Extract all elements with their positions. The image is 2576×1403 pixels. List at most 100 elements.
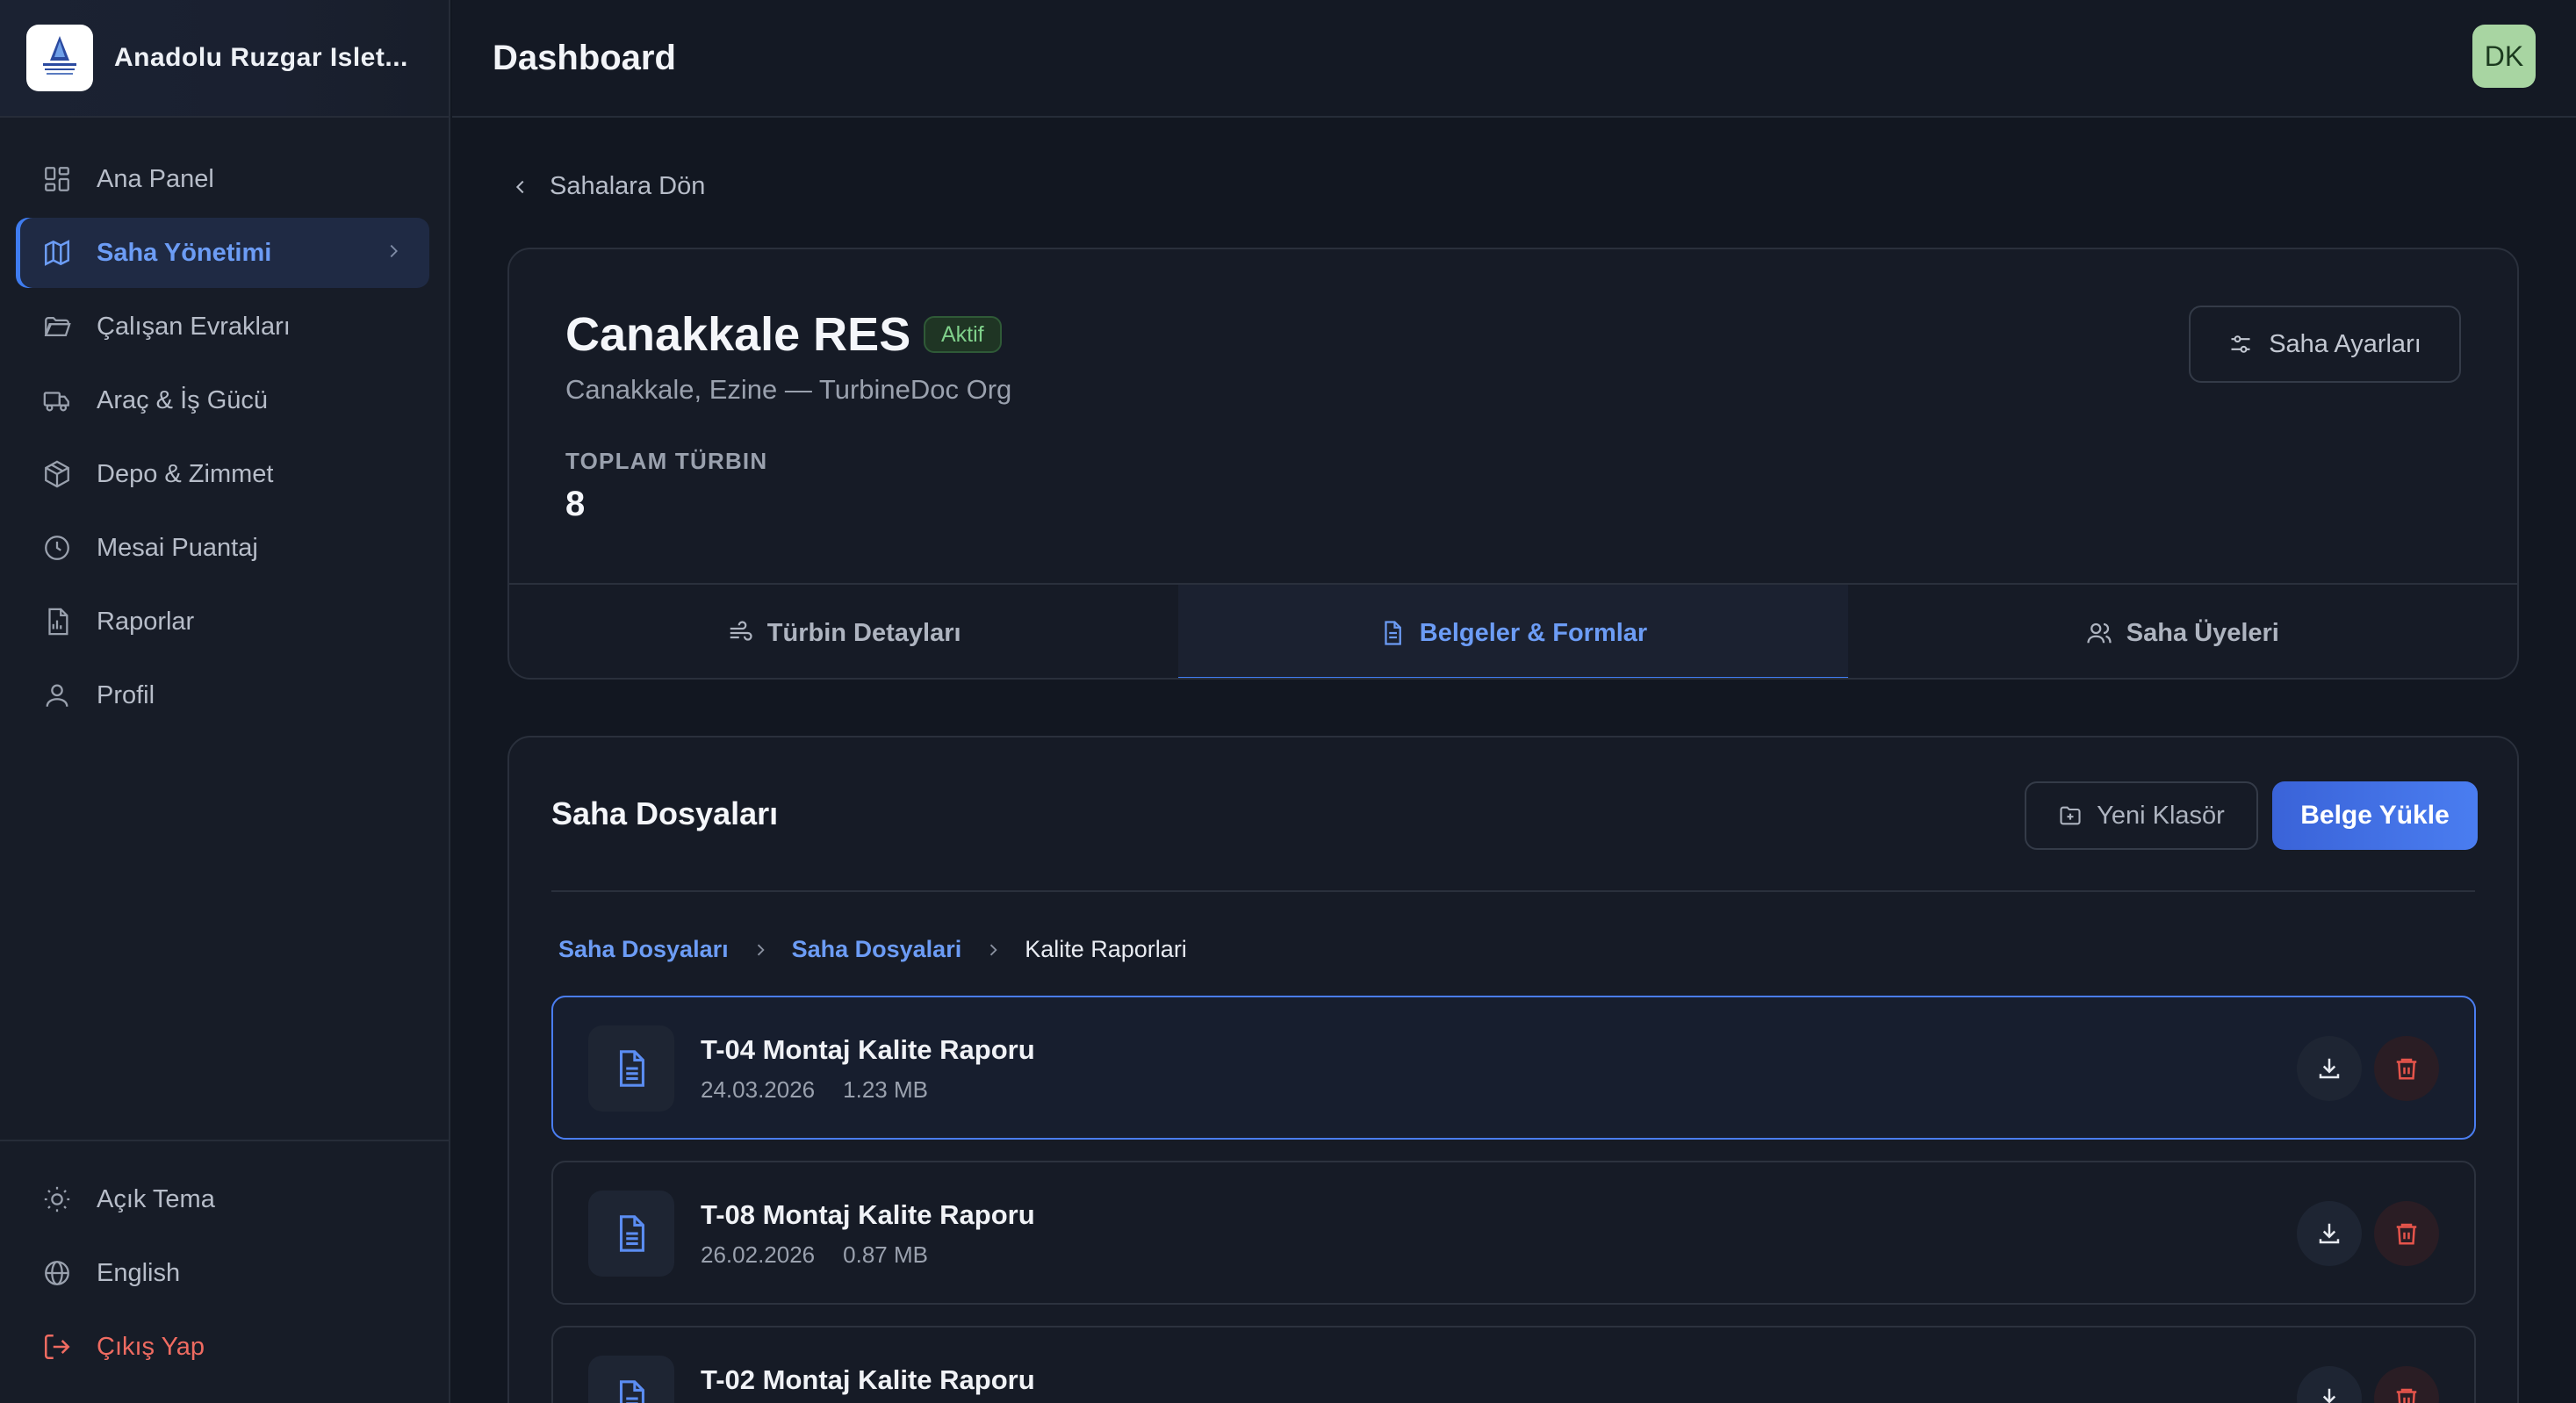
file-meta: 26.02.2026 0.87 MB	[701, 1241, 928, 1269]
chevron-right-icon	[384, 239, 403, 268]
turbine-count-label: TOPLAM TÜRBIN	[565, 448, 768, 474]
package-icon	[40, 457, 74, 491]
breadcrumb: Saha Dosyaları Saha Dosyalari Kalite Rap…	[558, 936, 1187, 963]
file-date: 24.03.2026	[701, 1076, 816, 1103]
avatar[interactable]: DK	[2472, 25, 2536, 88]
file-name: T-02 Montaj Kalite Raporu	[701, 1364, 1035, 1395]
file-row[interactable]: T-02 Montaj Kalite Raporu	[551, 1326, 2476, 1403]
trash-icon	[2396, 1223, 2417, 1245]
sliders-icon	[2228, 332, 2253, 356]
download-icon	[2319, 1223, 2340, 1244]
download-button[interactable]	[2297, 1201, 2362, 1266]
file-document-icon	[588, 1025, 674, 1112]
sidebar-item-label: Mesai Puantaj	[97, 533, 258, 562]
company-logo[interactable]	[26, 25, 93, 91]
file-document-icon	[588, 1191, 674, 1277]
breadcrumb-current: Kalite Raporlari	[1025, 936, 1187, 962]
sidebar-item-label: Depo & Zimmet	[97, 459, 274, 488]
page-title: Dashboard	[493, 38, 676, 77]
company-name: Anadolu Ruzgar Islet...	[114, 43, 408, 72]
sun-icon	[40, 1183, 74, 1216]
globe-icon	[40, 1256, 74, 1290]
dashboard-grid-icon	[40, 162, 74, 196]
folder-plus-icon	[2058, 803, 2083, 828]
divider	[551, 890, 2475, 892]
map-icon	[40, 236, 74, 270]
files-section-title: Saha Dosyaları	[551, 795, 779, 831]
theme-toggle[interactable]: Açık Tema	[0, 1162, 449, 1236]
download-icon	[2319, 1058, 2340, 1079]
sidebar-item-saha-yonetimi[interactable]: Saha Yönetimi	[16, 218, 429, 288]
site-summary-card: Canakkale RES Aktif Canakkale, Ezine — T…	[507, 248, 2519, 680]
document-icon	[1379, 620, 1406, 646]
file-date: 26.02.2026	[701, 1241, 816, 1268]
trash-icon	[2396, 1388, 2417, 1403]
chevron-right-icon	[984, 941, 1002, 959]
back-to-sites-link[interactable]: Sahalara Dön	[511, 172, 705, 201]
delete-button[interactable]	[2374, 1201, 2439, 1266]
download-button[interactable]	[2297, 1036, 2362, 1101]
site-settings-label: Saha Ayarları	[2269, 329, 2421, 358]
clock-icon	[40, 531, 74, 565]
turbine-count-value: 8	[565, 485, 586, 523]
sidebar-item-mesai-puantaj[interactable]: Mesai Puantaj	[16, 513, 429, 583]
status-badge: Aktif	[924, 316, 1002, 353]
file-size: 1.23 MB	[843, 1076, 928, 1103]
logout-label: Çıkış Yap	[97, 1332, 205, 1361]
sidebar-nav: Ana Panel Saha Yönetimi Çalışan Evraklar…	[0, 118, 449, 730]
site-files-card: Saha Dosyaları Yeni Klasör Belge Yükle S…	[507, 736, 2519, 1403]
chevron-left-icon	[511, 177, 530, 197]
sidebar-item-depo-zimmet[interactable]: Depo & Zimmet	[16, 439, 429, 509]
file-meta: 24.03.2026 1.23 MB	[701, 1076, 928, 1104]
tab-site-members[interactable]: Saha Üyeleri	[1848, 585, 2517, 678]
tab-label: Belgeler & Formlar	[1419, 618, 1648, 647]
trash-icon	[2396, 1058, 2417, 1080]
delete-button[interactable]	[2374, 1036, 2439, 1101]
file-name: T-04 Montaj Kalite Raporu	[701, 1034, 1035, 1065]
site-name: Canakkale RES	[565, 308, 911, 361]
download-button[interactable]	[2297, 1366, 2362, 1403]
tab-documents-forms[interactable]: Belgeler & Formlar	[1178, 585, 1848, 678]
upload-document-button[interactable]: Belge Yükle	[2272, 781, 2478, 850]
tab-label: Türbin Detayları	[766, 618, 961, 647]
theme-toggle-label: Açık Tema	[97, 1184, 215, 1213]
tab-turbine-details[interactable]: Türbin Detayları	[509, 585, 1178, 678]
back-link-label: Sahalara Dön	[550, 172, 706, 200]
site-settings-button[interactable]: Saha Ayarları	[2189, 306, 2461, 383]
sidebar-item-ana-panel[interactable]: Ana Panel	[16, 144, 429, 214]
file-document-icon	[588, 1356, 674, 1403]
file-name: T-08 Montaj Kalite Raporu	[701, 1199, 1035, 1230]
breadcrumb-root[interactable]: Saha Dosyaları	[558, 936, 729, 963]
user-icon	[40, 679, 74, 712]
new-folder-button[interactable]: Yeni Klasör	[2025, 781, 2258, 850]
delete-button[interactable]	[2374, 1366, 2439, 1403]
file-row[interactable]: T-08 Montaj Kalite Raporu 26.02.2026 0.8…	[551, 1161, 2476, 1305]
sidebar-item-arac-is-gucu[interactable]: Araç & İş Gücü	[16, 365, 429, 435]
sidebar: Anadolu Ruzgar Islet... Ana Panel Saha Y…	[0, 0, 450, 1403]
sidebar-item-label: Profil	[97, 680, 155, 709]
download-icon	[2322, 1388, 2336, 1403]
logout-button[interactable]: Çıkış Yap	[0, 1310, 449, 1384]
sidebar-item-label: Ana Panel	[97, 164, 214, 193]
wind-icon	[727, 620, 753, 646]
top-bar: Dashboard DK	[452, 0, 2576, 118]
breadcrumb-folder[interactable]: Saha Dosyalari	[792, 936, 962, 963]
sidebar-item-raporlar[interactable]: Raporlar	[16, 586, 429, 657]
sidebar-item-label: Raporlar	[97, 607, 195, 636]
chevron-right-icon	[752, 941, 769, 959]
sidebar-item-label: Araç & İş Gücü	[97, 385, 269, 414]
tab-label: Saha Üyeleri	[2126, 618, 2279, 647]
truck-icon	[40, 384, 74, 417]
sidebar-item-label: Saha Yönetimi	[97, 238, 272, 267]
language-toggle-label: English	[97, 1258, 181, 1287]
brand-header: Anadolu Ruzgar Islet...	[0, 0, 449, 118]
sidebar-item-calisan-evraklari[interactable]: Çalışan Evrakları	[16, 291, 429, 362]
report-icon	[40, 605, 74, 638]
language-toggle[interactable]: English	[0, 1236, 449, 1310]
sidebar-item-profil[interactable]: Profil	[16, 660, 429, 730]
folder-open-icon	[40, 310, 74, 343]
site-tabs: Türbin Detayları Belgeler & Formlar Saha…	[509, 583, 2517, 678]
new-folder-label: Yeni Klasör	[2097, 801, 2225, 830]
file-row[interactable]: T-04 Montaj Kalite Raporu 24.03.2026 1.2…	[551, 996, 2476, 1140]
logout-icon	[40, 1330, 74, 1363]
